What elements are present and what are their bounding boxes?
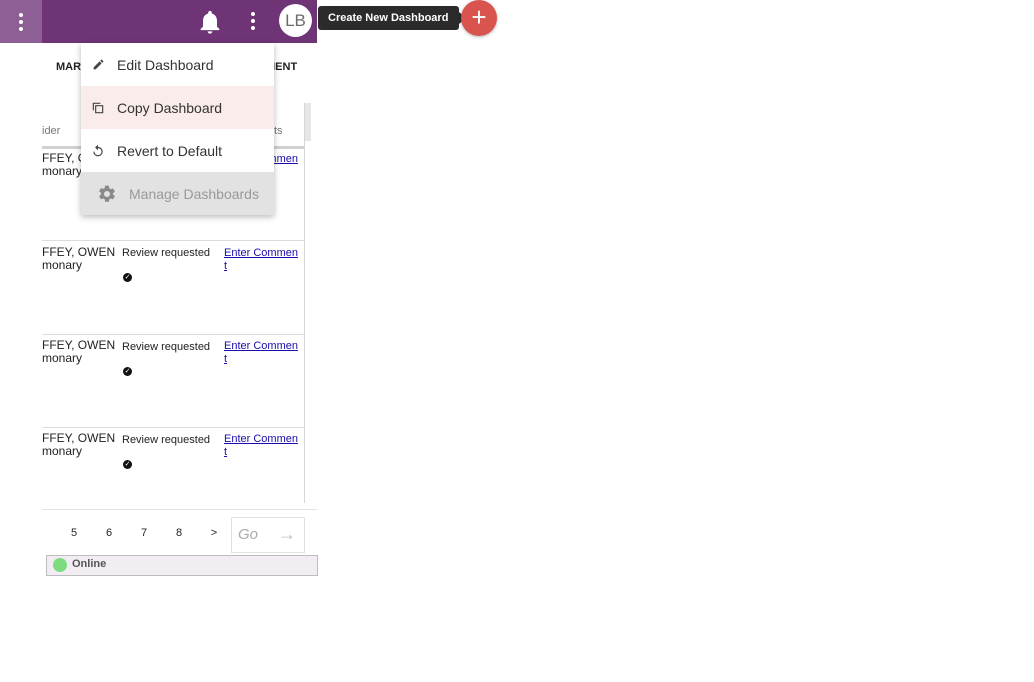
top-app-bar (0, 0, 317, 43)
menu-item-label: Copy Dashboard (117, 99, 223, 116)
row-divider (42, 240, 304, 241)
page-link[interactable]: 6 (102, 527, 116, 539)
enter-comment-link[interactable]: Enter Commen (224, 247, 298, 260)
go-to-page-input[interactable]: Go → (231, 517, 305, 553)
bell-icon (200, 10, 220, 34)
menu-item-label: Manage Dashboards (129, 185, 259, 202)
next-page-link[interactable]: > (207, 527, 221, 539)
enter-comment-link-wrap[interactable]: t (224, 353, 227, 366)
connection-status-bar: Online (46, 555, 318, 576)
copy-icon (91, 101, 105, 115)
page-link[interactable]: 8 (172, 527, 186, 539)
more-vertical-icon (244, 6, 262, 36)
pencil-icon (91, 58, 105, 72)
connection-status-label: Online (72, 558, 107, 570)
provider-specialty: monary (42, 164, 83, 178)
check-circle-icon: ✓ (123, 367, 132, 376)
menu-item-copy-dashboard[interactable]: Copy Dashboard (81, 86, 274, 129)
menu-item-manage-dashboards[interactable]: Manage Dashboards (81, 172, 274, 215)
column-header-comments[interactable]: ts (274, 125, 283, 137)
dashboard-options-menu: Edit Dashboard Copy Dashboard Revert to … (81, 43, 274, 215)
status-text: Review requested (122, 247, 211, 259)
provider-specialty: monary (42, 444, 83, 458)
provider-specialty: monary (42, 351, 83, 365)
dashboard-options-button[interactable] (244, 6, 262, 36)
enter-comment-link[interactable]: Enter Commen (224, 340, 298, 353)
page-link[interactable]: 5 (67, 527, 81, 539)
provider-specialty: monary (42, 258, 83, 272)
menu-item-edit-dashboard[interactable]: Edit Dashboard (81, 43, 274, 86)
create-dashboard-button[interactable]: + (461, 0, 497, 36)
check-circle-icon: ✓ (123, 460, 132, 469)
enter-comment-link[interactable]: Enter Commen (224, 433, 298, 446)
row-divider (42, 334, 304, 335)
revert-icon (91, 144, 105, 158)
menu-item-revert-to-default[interactable]: Revert to Default (81, 129, 274, 172)
row-divider (42, 427, 304, 428)
menu-item-label: Revert to Default (117, 142, 223, 159)
column-header-provider[interactable]: ider (42, 125, 60, 137)
user-avatar[interactable]: LB (279, 4, 312, 37)
pager-divider (42, 509, 317, 510)
check-circle-icon: ✓ (123, 273, 132, 282)
status-text: Review requested (122, 341, 211, 353)
menu-item-label: Edit Dashboard (117, 56, 214, 73)
create-dashboard-tooltip: Create New Dashboard (318, 6, 467, 30)
main-menu-button[interactable] (0, 0, 42, 43)
page-link[interactable]: 7 (137, 527, 151, 539)
scrollbar[interactable] (305, 103, 311, 141)
enter-comment-link-wrap[interactable]: t (224, 446, 227, 459)
status-text: Review requested (122, 434, 211, 446)
notifications-button[interactable] (196, 8, 224, 36)
go-placeholder: Go (238, 526, 259, 543)
tab-left-partial[interactable]: MARI (56, 61, 84, 73)
arrow-right-icon[interactable]: → (278, 524, 296, 545)
online-status-icon (53, 558, 67, 572)
enter-comment-link-wrap[interactable]: t (224, 260, 227, 273)
more-vertical-icon (0, 0, 42, 43)
gear-icon (97, 184, 117, 204)
